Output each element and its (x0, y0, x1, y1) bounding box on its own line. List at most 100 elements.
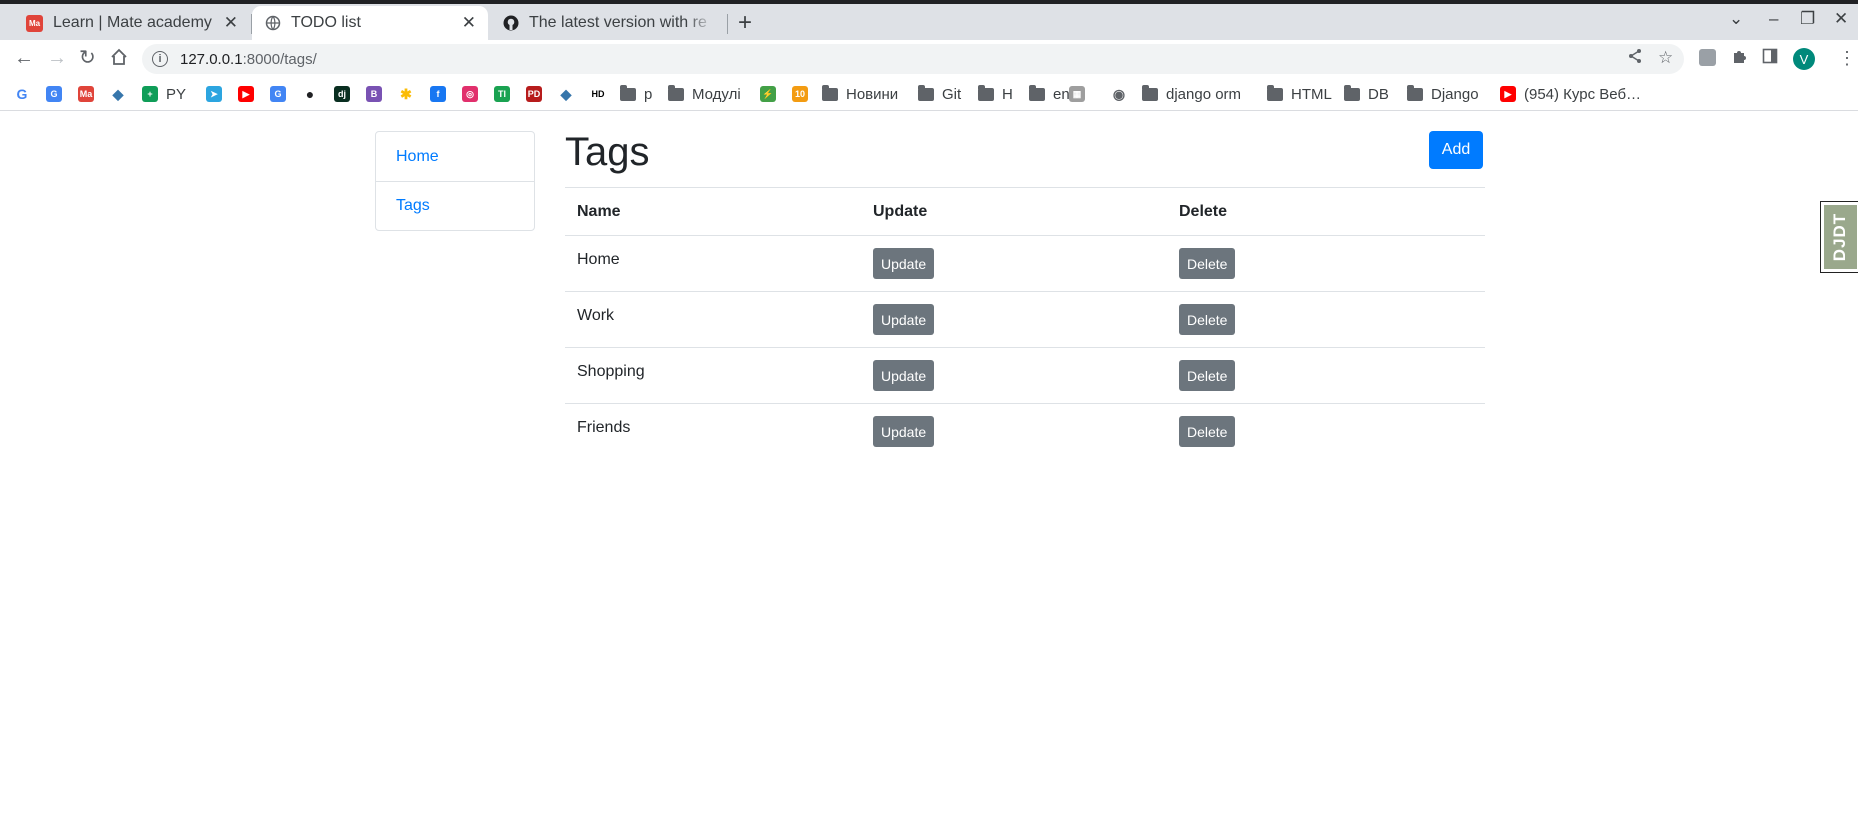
bookmark-item[interactable]: ◎ (462, 83, 478, 105)
folder-icon (918, 84, 934, 101)
python-icon: ◆ (112, 85, 124, 102)
back-arrow-icon[interactable]: ← (14, 48, 34, 68)
bookmark-label: Django (1431, 85, 1479, 103)
side-panel-icon[interactable] (1762, 48, 1778, 69)
bookmark-item[interactable]: DB (1344, 83, 1389, 105)
tag-name: Work (565, 291, 861, 348)
bookmark-item[interactable]: PD (526, 83, 542, 105)
tab-label: TODO list (291, 14, 361, 31)
close-tab-icon[interactable]: ✕ (224, 13, 238, 33)
bookmark-item[interactable]: H (978, 83, 1013, 105)
bookmark-item[interactable]: en (1029, 83, 1070, 105)
update-button[interactable]: Update (873, 304, 935, 335)
share-icon[interactable] (1627, 48, 1643, 69)
table-row: Home Update Delete (565, 235, 1485, 292)
bookmark-item[interactable]: ● (302, 83, 318, 105)
tab-mate-academy[interactable]: Ma Learn | Mate academy ✕ (14, 6, 250, 40)
bookmark-item[interactable]: Git (918, 83, 961, 105)
url-text[interactable]: 127.0.0.1:8000/tags/ (180, 51, 317, 68)
bookmark-item[interactable]: ⚡ (760, 83, 776, 105)
reload-icon[interactable]: ↻ (79, 48, 96, 68)
tl-icon: Tl (494, 86, 510, 102)
bookmark-item[interactable]: HD (590, 83, 606, 105)
bookmark-item[interactable]: django orm (1142, 83, 1241, 105)
bookmark-item[interactable]: B (366, 83, 382, 105)
bookmark-item[interactable]: G (46, 83, 62, 105)
browser-tab-bar: Ma Learn | Mate academy ✕ TODO list ✕ Th… (0, 0, 1858, 40)
bookmark-item[interactable]: HTML (1267, 83, 1332, 105)
restore-icon[interactable]: ❐ (1800, 9, 1815, 29)
folder-icon (668, 84, 684, 101)
table-row: Shopping Update Delete (565, 347, 1485, 404)
bookmark-item[interactable]: dj (334, 83, 350, 105)
tab-github[interactable]: The latest version with re (490, 6, 726, 40)
instagram-icon: ◎ (462, 86, 478, 102)
sidebar-nav: Home Tags (375, 131, 535, 231)
bookmark-item[interactable]: ◆ (110, 83, 126, 105)
hd-icon: HD (591, 89, 605, 99)
telegram-icon: ➤ (206, 86, 222, 102)
update-button[interactable]: Update (873, 416, 935, 447)
python-icon: ◆ (560, 85, 572, 102)
bookmark-item[interactable]: Новини (822, 83, 898, 105)
new-tab-button[interactable]: + (738, 9, 752, 37)
django-debug-toolbar-handle[interactable]: DJDT (1820, 201, 1858, 273)
table-row: Friends Update Delete (565, 404, 1485, 460)
bookmark-item[interactable]: ▶ (238, 83, 254, 105)
bookmark-item[interactable]: p (620, 83, 652, 105)
delete-button[interactable]: Delete (1179, 416, 1236, 447)
bookmark-label: Новини (846, 85, 899, 103)
sidebar-item-home[interactable]: Home (376, 132, 534, 181)
folder-icon (1029, 84, 1045, 101)
sidebar-item-tags[interactable]: Tags (376, 181, 534, 230)
bookmark-item[interactable]: ➤ (206, 83, 222, 105)
bookmark-star-icon[interactable]: ☆ (1658, 48, 1673, 68)
browser-menu-icon[interactable]: ⋮ (1838, 48, 1856, 69)
table-row: Work Update Delete (565, 291, 1485, 348)
photos-icon: ✱ (400, 85, 412, 102)
tab-label: Learn | Mate academy (53, 14, 212, 31)
close-tab-icon[interactable]: ✕ (462, 13, 476, 33)
update-button[interactable]: Update (873, 360, 935, 391)
tab-todo-list[interactable]: TODO list ✕ (252, 6, 488, 40)
add-tag-button[interactable]: Add (1429, 131, 1483, 169)
bookmark-item[interactable]: + PY (142, 83, 186, 105)
bookmark-item[interactable]: G (14, 83, 30, 105)
home-icon[interactable] (110, 48, 128, 70)
bookmark-item[interactable]: ▦ (1069, 83, 1085, 105)
tag-name: Home (565, 235, 861, 292)
bookmark-item[interactable]: ◆ (558, 83, 574, 105)
bookmark-item[interactable]: 10 (792, 83, 808, 105)
mate-icon: Ma (78, 86, 94, 102)
bookmark-item[interactable]: Ma (78, 83, 94, 105)
site-info-icon[interactable]: i (152, 51, 168, 67)
minimize-icon[interactable]: – (1769, 9, 1778, 29)
bootstrap-icon: B (366, 86, 382, 102)
delete-button[interactable]: Delete (1179, 360, 1236, 391)
delete-button[interactable]: Delete (1179, 248, 1236, 279)
tab-search-chevron-down-icon[interactable]: ⌄ (1729, 9, 1743, 29)
close-window-icon[interactable]: ✕ (1834, 9, 1848, 29)
delete-button[interactable]: Delete (1179, 304, 1236, 335)
bookmark-item[interactable]: ▶ (954) Курс Веб… (1500, 83, 1641, 105)
sheets-icon: + (142, 86, 158, 102)
bookmark-item[interactable]: ◉ (1111, 83, 1127, 105)
bookmark-item[interactable]: G (270, 83, 286, 105)
bookmark-label: Git (942, 85, 962, 103)
update-button[interactable]: Update (873, 248, 935, 279)
translate-icon: G (270, 86, 286, 102)
bookmark-label: HTML (1291, 85, 1332, 103)
bookmark-item[interactable]: Django (1407, 83, 1479, 105)
bookmark-item[interactable]: Tl (494, 83, 510, 105)
bookmark-label: django orm (1166, 85, 1242, 103)
address-bar[interactable]: i 127.0.0.1:8000/tags/ (142, 44, 1684, 74)
forward-arrow-icon[interactable]: → (47, 48, 67, 68)
bookmark-item[interactable]: f (430, 83, 446, 105)
extension-icon[interactable] (1699, 49, 1716, 66)
profile-avatar[interactable]: V (1793, 48, 1815, 70)
bookmark-item[interactable]: ✱ (398, 83, 414, 105)
djdt-label: DJDT (1830, 212, 1850, 262)
bookmark-item[interactable]: Модулі (668, 83, 741, 105)
extensions-puzzle-icon[interactable] (1731, 48, 1748, 70)
calendar-icon: 10 (792, 86, 808, 102)
